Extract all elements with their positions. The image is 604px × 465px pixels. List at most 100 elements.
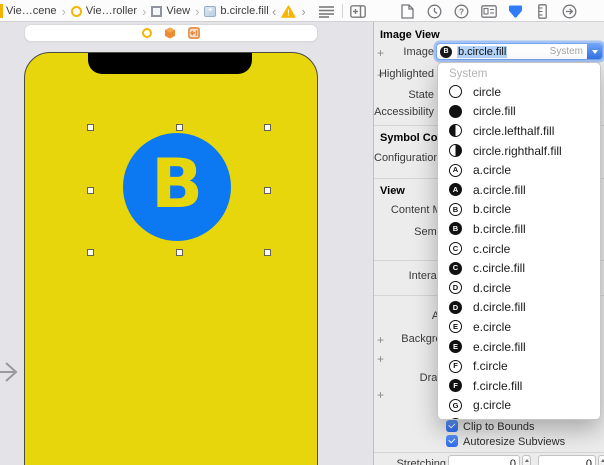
section-header-image-view: Image View [380,29,440,41]
selected-image-view[interactable]: B [123,133,231,241]
exit-segue-icon[interactable] [188,27,200,39]
f-circle-icon: F [449,359,462,373]
g-circle-icon: G [449,398,462,412]
file-inspector-icon[interactable] [399,3,416,20]
dropdown-item-e-circle-fill[interactable]: Ee.circle.fill [438,337,600,357]
selection-handle[interactable] [264,249,271,256]
circle-icon [449,85,462,99]
b-circle-fill-icon: B [440,45,452,58]
stretching-y-stepper[interactable] [598,455,604,465]
dropdown-item-circle[interactable]: circle [438,82,600,102]
dropdown-item-circle-fill[interactable]: circle.fill [438,102,600,122]
storyboard-entry-arrow-icon[interactable] [0,360,20,384]
view-controller-icon[interactable] [142,28,152,38]
help-inspector-icon[interactable]: ? [453,3,470,20]
breadcrumb: Vie…cene › Vie…roller › View › b.circle.… [6,0,269,22]
circle-fill-icon [449,104,462,118]
dropdown-item-f-circle[interactable]: Ff.circle [438,356,600,376]
svg-text:!: ! [288,8,291,17]
stretching-x-field[interactable]: 0 [448,455,520,465]
dropdown-item-circle-righthalf-fill[interactable]: circle.righthalf.fill [438,141,600,161]
view-icon [151,5,163,17]
selection-handle[interactable] [176,124,183,131]
selection-handle[interactable] [87,187,94,194]
image-source-badge: System [549,46,583,57]
dropdown-item-e-circle[interactable]: Ee.circle [438,317,600,337]
dropdown-item-c-circle[interactable]: Cc.circle [438,239,600,259]
scene-header-bar[interactable] [24,24,318,42]
selection-handle[interactable] [264,124,271,131]
clip-to-bounds-checkbox[interactable] [446,420,458,432]
add-variation-button[interactable]: + [377,389,384,401]
e-circle-fill-icon: E [449,340,462,354]
chevron-separator-icon: › [195,3,200,19]
previous-issue-button[interactable]: ‹ [272,4,276,19]
chevron-separator-icon: › [61,3,66,19]
dropdown-item-g-circle[interactable]: Gg.circle [438,396,600,416]
iphone-view[interactable]: B [24,52,318,465]
stretching-y-field[interactable]: 0 [538,455,596,465]
dropdown-item-f-circle-fill[interactable]: Ff.circle.fill [438,376,600,396]
g-circle-fill-icon: G [449,418,462,419]
dropdown-item-b-circle-fill[interactable]: Bb.circle.fill [438,219,600,239]
dropdown-item-b-circle[interactable]: Bb.circle [438,200,600,220]
editor-options-icon[interactable] [318,5,335,18]
selection-handle[interactable] [87,124,94,131]
xcode-interface-builder: Vie…cene › Vie…roller › View › b.circle.… [0,0,604,465]
scene-icon-clipped [0,4,3,18]
dropdown-item-circle-lefthalf-fill[interactable]: circle.lefthalf.fill [438,121,600,141]
identity-inspector-icon[interactable] [480,3,497,20]
b-circle-icon: B [449,202,462,216]
image-row-label: Image [403,46,434,58]
highlighted-row-label: Highlighted [378,68,434,80]
image-combobox[interactable]: B b.circle.fill System [436,43,603,60]
autoresize-subviews-checkbox[interactable] [446,435,458,447]
selection-handle[interactable] [264,187,271,194]
combobox-dropdown-button[interactable] [587,44,602,59]
connections-inspector-icon[interactable] [561,3,578,20]
circle-righthalf-fill-icon [449,144,462,158]
editor-options [318,0,366,22]
a-circle-fill-icon: A [449,183,462,197]
image-combobox-value: b.circle.fill [457,45,508,58]
size-inspector-icon[interactable] [534,3,551,20]
history-inspector-icon[interactable] [426,3,443,20]
dropdown-item-c-circle-fill[interactable]: Cc.circle.fill [438,258,600,278]
stretching-x-stepper[interactable] [522,455,531,465]
dropdown-group-header: System [449,68,488,80]
breadcrumb-item-scene[interactable]: Vie…cene [6,5,57,17]
selection-handle[interactable] [176,249,183,256]
dropdown-item-d-circle[interactable]: Dd.circle [438,278,600,298]
storyboard-canvas[interactable]: B [0,22,373,465]
dropdown-item-a-circle-fill[interactable]: Aa.circle.fill [438,180,600,200]
dropdown-item-g-circle-fill[interactable]: Gg.circle.fill [438,415,600,419]
breadcrumb-item-view[interactable]: View [166,5,190,17]
breadcrumb-item-image-view[interactable]: b.circle.fill [220,5,268,17]
first-responder-icon[interactable] [164,27,176,39]
c-circle-icon: C [449,242,462,256]
dropdown-item-d-circle-fill[interactable]: Dd.circle.fill [438,298,600,318]
c-circle-fill-icon: C [449,261,462,275]
breadcrumb-item-controller[interactable]: Vie…roller [86,5,137,17]
dropdown-item-a-circle[interactable]: Aa.circle [438,160,600,180]
selection-handle[interactable] [87,249,94,256]
device-notch [88,53,252,74]
state-row-label: State [408,89,434,101]
b-circle-fill-icon: B [449,222,462,236]
next-issue-button[interactable]: › [301,4,305,19]
stretching-row-label: Stretching [396,458,446,465]
warning-icon[interactable]: ! [281,4,297,18]
section-header-view: View [380,185,405,197]
autoresize-subviews-label: Autoresize Subviews [463,436,566,448]
symbol-letter: B [151,145,203,224]
configuration-row-label: Configuration [374,152,440,164]
e-circle-icon: E [449,320,462,334]
editor-top-bar: Vie…cene › Vie…roller › View › b.circle.… [0,0,604,22]
d-circle-fill-icon: D [449,300,462,314]
image-dropdown-menu: System circle circle.fill circle.lefthal… [437,62,601,420]
clip-to-bounds-label: Clip to Bounds [463,421,535,433]
attributes-inspector-icon[interactable] [507,3,524,20]
add-editor-icon[interactable] [350,4,366,18]
image-view-icon [204,5,217,17]
svg-text:?: ? [459,6,464,16]
